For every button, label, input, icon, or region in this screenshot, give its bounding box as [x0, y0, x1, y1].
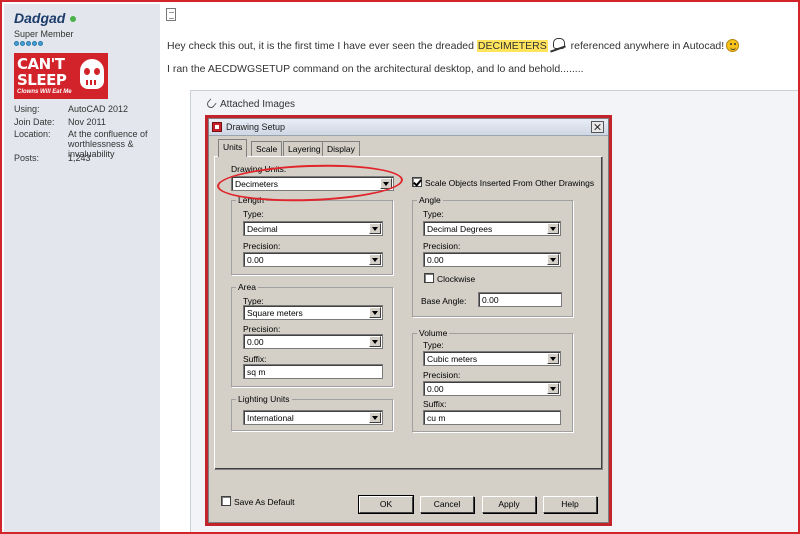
area-precision-value: 0.00	[247, 337, 264, 347]
info-using: Using: AutoCAD 2012	[14, 104, 128, 114]
post-text-line2: I ran the AECDWGSETUP command on the arc…	[167, 63, 584, 75]
angle-precision-value: 0.00	[427, 255, 444, 265]
area-type-select[interactable]: Square meters	[243, 305, 383, 320]
volume-precision-value: 0.00	[427, 384, 444, 394]
area-type-value: Square meters	[247, 308, 303, 318]
angle-group-title: Angle	[417, 195, 443, 205]
tab-units[interactable]: Units	[218, 139, 248, 157]
lighting-units-value: International	[247, 413, 294, 423]
username-link[interactable]: Dadgad	[14, 10, 65, 26]
volume-type-label: Type:	[423, 340, 444, 350]
base-angle-input[interactable]: 0.00	[478, 292, 562, 307]
length-type-label: Type:	[243, 209, 264, 219]
smile-icon	[726, 39, 740, 52]
attached-images-title: Attached Images	[220, 99, 296, 110]
length-precision-select[interactable]: 0.00	[243, 252, 383, 267]
avatar-line3: Clowns Will Eat Me	[17, 89, 72, 95]
chevron-down-icon[interactable]	[547, 383, 559, 394]
info-label: Location:	[14, 129, 51, 139]
length-type-value: Decimal	[247, 224, 278, 234]
post-text-line1: Hey check this out, it is the first time…	[167, 38, 740, 52]
avatar[interactable]: CAN'T SLEEP Clowns Will Eat Me	[14, 53, 108, 99]
info-value: 1,243	[68, 153, 91, 163]
area-group-title: Area	[236, 282, 258, 292]
angle-type-value: Decimal Degrees	[427, 224, 493, 234]
chevron-down-icon[interactable]	[369, 412, 381, 423]
tab-scale[interactable]: Scale	[251, 141, 283, 156]
tab-display[interactable]: Display	[322, 141, 360, 156]
area-suffix-label: Suffix:	[243, 354, 267, 364]
chevron-down-icon[interactable]	[369, 336, 381, 347]
online-status-icon	[70, 16, 76, 22]
lighting-units-select[interactable]: International	[243, 410, 383, 425]
volume-type-select[interactable]: Cubic meters	[423, 351, 561, 366]
post-document-icon	[166, 8, 176, 21]
chevron-down-icon[interactable]	[547, 353, 559, 364]
skull-crossbones-icon	[550, 38, 566, 51]
base-angle-value: 0.00	[482, 295, 499, 305]
base-angle-label: Base Angle:	[421, 296, 467, 306]
angle-type-label: Type:	[423, 209, 444, 219]
tab-layering[interactable]: Layering	[283, 141, 326, 156]
post-text-part: referenced anywhere in Autocad!	[567, 40, 725, 52]
volume-suffix-label: Suffix:	[423, 399, 447, 409]
volume-suffix-value: cu m	[427, 413, 446, 423]
volume-group-title: Volume	[417, 328, 450, 338]
cancel-button[interactable]: Cancel	[420, 496, 474, 513]
clockwise-checkbox[interactable]	[424, 273, 434, 283]
close-icon[interactable]	[591, 121, 604, 133]
info-location: Location: At the confluence of worthless…	[14, 129, 148, 159]
chevron-down-icon[interactable]	[369, 307, 381, 318]
area-precision-select[interactable]: 0.00	[243, 334, 383, 349]
length-type-select[interactable]: Decimal	[243, 221, 383, 236]
info-value: AutoCAD 2012	[68, 104, 129, 114]
dialog-titlebar[interactable]: Drawing Setup	[209, 119, 608, 136]
area-precision-label: Precision:	[243, 324, 281, 334]
length-precision-label: Precision:	[243, 241, 281, 251]
info-posts: Posts: 1,243	[14, 153, 91, 163]
info-value: Nov 2011	[68, 117, 106, 127]
help-button[interactable]: Help	[543, 496, 597, 513]
area-suffix-value: sq m	[247, 367, 266, 377]
info-join-date: Join Date: Nov 2011	[14, 117, 106, 127]
save-as-default-label: Save As Default	[234, 497, 295, 507]
volume-suffix-input[interactable]: cu m	[423, 410, 561, 425]
reputation-icon	[14, 41, 43, 46]
scale-objects-checkbox[interactable]	[412, 177, 422, 187]
info-label: Using:	[14, 104, 40, 114]
apply-button[interactable]: Apply	[482, 496, 536, 513]
highlight-decimeters: DECIMETERS	[476, 40, 548, 52]
user-sidebar: Dadgad Super Member CAN'T SLEEP Clowns W…	[4, 4, 160, 532]
info-label: Posts:	[14, 153, 40, 163]
volume-precision-select[interactable]: 0.00	[423, 381, 561, 396]
chevron-down-icon[interactable]	[369, 223, 381, 234]
ok-button[interactable]: OK	[358, 495, 414, 514]
scale-objects-label: Scale Objects Inserted From Other Drawin…	[425, 178, 595, 188]
page-frame: Dadgad Super Member CAN'T SLEEP Clowns W…	[0, 0, 800, 534]
length-precision-value: 0.00	[247, 255, 264, 265]
clockwise-label: Clockwise	[437, 274, 476, 284]
save-as-default-checkbox[interactable]	[221, 496, 231, 506]
chevron-down-icon[interactable]	[369, 254, 381, 265]
chevron-down-icon[interactable]	[547, 223, 559, 234]
user-title: Super Member	[14, 29, 74, 39]
post-text-part: Hey check this out, it is the first time…	[167, 40, 477, 52]
angle-precision-label: Precision:	[423, 241, 461, 251]
chevron-down-icon[interactable]	[547, 254, 559, 265]
info-label: Join Date:	[14, 117, 55, 127]
dialog-title: Drawing Setup	[226, 122, 286, 132]
avatar-line2: SLEEP	[17, 71, 67, 89]
angle-precision-select[interactable]: 0.00	[423, 252, 561, 267]
volume-type-value: Cubic meters	[427, 354, 478, 364]
lighting-units-title: Lighting Units	[236, 394, 292, 404]
area-suffix-input[interactable]: sq m	[243, 364, 383, 379]
angle-type-select[interactable]: Decimal Degrees	[423, 221, 561, 236]
autocad-app-icon	[212, 122, 222, 132]
skull-icon	[80, 59, 104, 89]
volume-precision-label: Precision:	[423, 370, 461, 380]
